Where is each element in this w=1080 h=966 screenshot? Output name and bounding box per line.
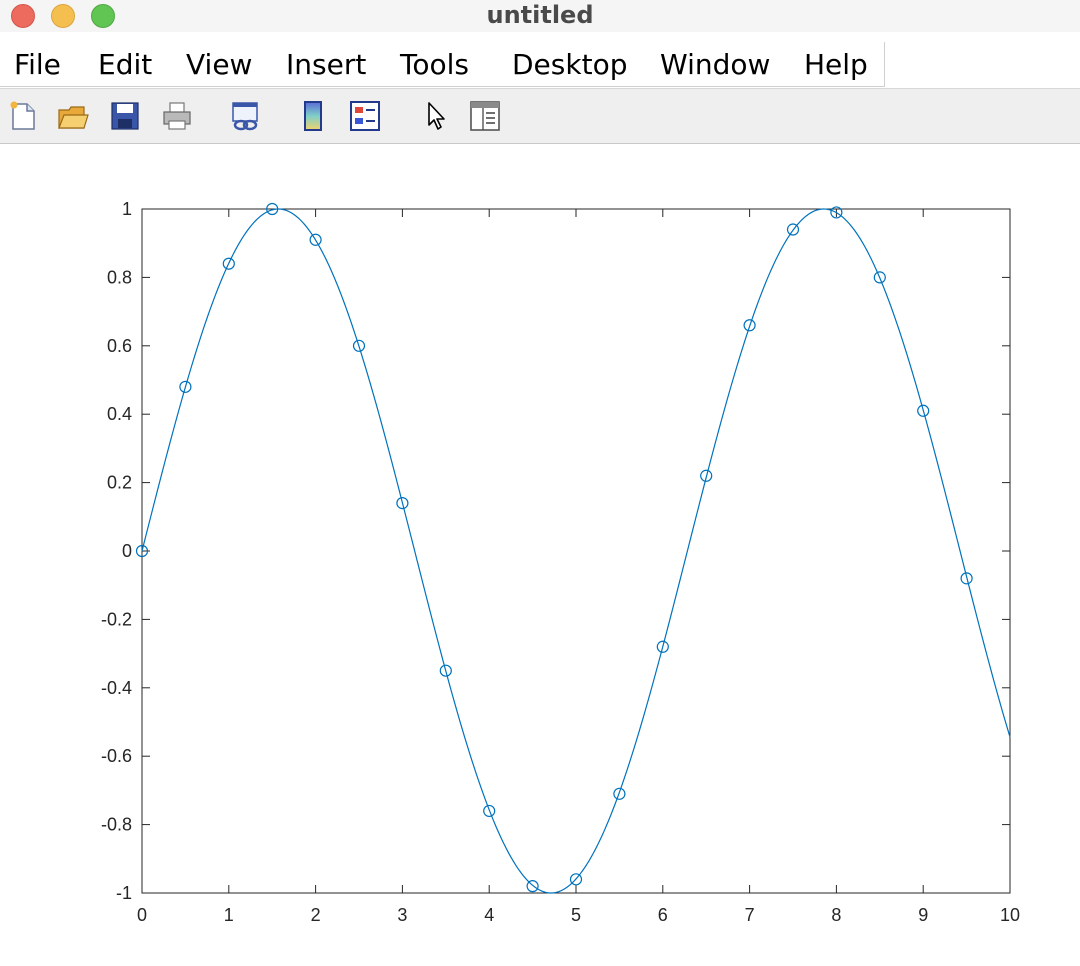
x-tick-label: 4 (484, 905, 494, 925)
x-tick-label: 1 (224, 905, 234, 925)
y-tick-label: -0.4 (101, 678, 132, 698)
x-tick-label: 2 (311, 905, 321, 925)
print-figure-button[interactable] (160, 99, 194, 133)
y-tick-label: -0.6 (101, 746, 132, 766)
insert-colorbar-button[interactable] (296, 99, 330, 133)
y-tick-label: -1 (116, 883, 132, 903)
window-title: untitled (486, 1, 594, 29)
axes-box (141, 208, 1011, 894)
x-tick-label: 0 (137, 905, 147, 925)
x-tick-label: 8 (831, 905, 841, 925)
link-plot-button[interactable] (228, 99, 262, 133)
property-inspector-icon (470, 101, 500, 131)
sine-plot: 0 1 2 3 4 5 6 7 8 9 10 -1 -0.8 -0.6 -0.4 -0.2 0 0.2 0.4 0.6… (101, 199, 1020, 925)
x-tick-label: 5 (571, 905, 581, 925)
link-plot-icon (232, 102, 258, 131)
legend-icon (350, 101, 380, 131)
menu-edit[interactable]: Edit (98, 48, 152, 81)
save-figure-button[interactable] (108, 99, 142, 133)
new-file-icon (10, 101, 35, 130)
edit-plot-button[interactable] (420, 99, 454, 133)
menu-desktop[interactable]: Desktop (512, 48, 627, 81)
new-figure-button[interactable] (6, 99, 40, 133)
y-tick-label: 0.2 (107, 473, 132, 493)
menu-bar: File Edit View Insert Tools Desktop Wind… (0, 42, 1080, 88)
y-tick-label: -0.2 (101, 609, 132, 629)
menu-window[interactable]: Window (660, 48, 770, 81)
y-tick-label: 0.8 (107, 267, 132, 287)
y-tick-label: 1 (122, 199, 132, 219)
toolbar (0, 88, 1080, 144)
title-bar: untitled (0, 0, 1080, 32)
open-folder-icon (58, 106, 89, 129)
arrow-pointer-icon (428, 102, 445, 130)
open-property-inspector-button[interactable] (468, 99, 502, 133)
y-tick-label: -0.8 (101, 815, 132, 835)
menu-insert[interactable]: Insert (286, 48, 366, 81)
y-tick-label: 0 (122, 541, 132, 561)
x-tick-label: 7 (745, 905, 755, 925)
y-tick-label: 0.4 (107, 404, 132, 424)
menu-tools[interactable]: Tools (400, 48, 469, 81)
save-disk-icon (111, 102, 139, 130)
menu-view[interactable]: View (186, 48, 252, 81)
x-tick-label: 9 (918, 905, 928, 925)
x-tick-label: 10 (1000, 905, 1020, 925)
insert-legend-button[interactable] (348, 99, 382, 133)
open-file-button[interactable] (56, 99, 90, 133)
menu-help[interactable]: Help (804, 48, 868, 81)
x-tick-label: 6 (658, 905, 668, 925)
figure-canvas: 0 1 2 3 4 5 6 7 8 9 10 -1 -0.8 -0.6 -0.4 -0.2 0 0.2 0.4 0.6… (0, 143, 1080, 966)
x-tick-label: 3 (397, 905, 407, 925)
menu-file[interactable]: File (14, 48, 61, 81)
y-tick-label: 0.6 (107, 336, 132, 356)
colorbar-icon (304, 101, 322, 131)
axes[interactable]: 0 1 2 3 4 5 6 7 8 9 10 -1 -0.8 -0.6 -0.4 -0.2 0 0.2 0.4 0.6… (101, 199, 1020, 925)
printer-icon (163, 102, 191, 130)
